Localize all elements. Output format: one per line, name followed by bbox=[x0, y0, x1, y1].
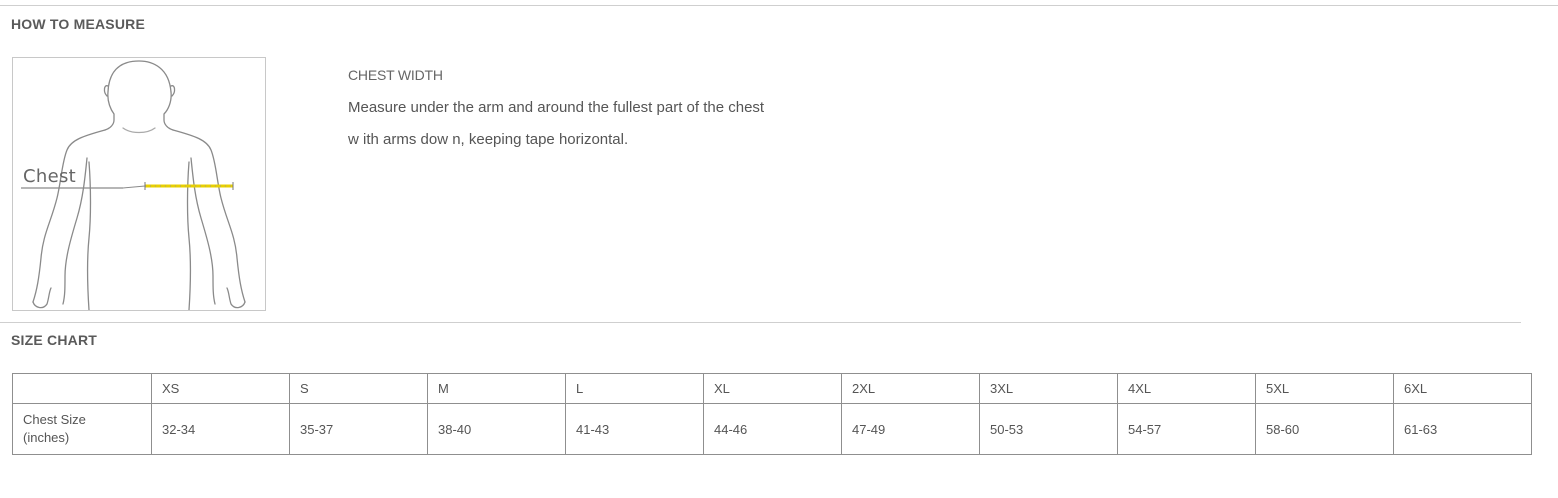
size-header-cell: 6XL bbox=[1393, 373, 1532, 404]
measurement-instruction-line-2: w ith arms dow n, keeping tape horizonta… bbox=[348, 131, 629, 148]
chest-size-cell: 61-63 bbox=[1393, 403, 1532, 455]
size-header-cell: 4XL bbox=[1117, 373, 1256, 404]
how-to-measure-heading: HOW TO MEASURE bbox=[11, 16, 145, 32]
chest-size-cell: 58-60 bbox=[1255, 403, 1394, 455]
size-header-row: XS S M L XL 2XL 3XL 4XL 5XL 6XL bbox=[12, 373, 1532, 404]
chest-size-cell: 54-57 bbox=[1117, 403, 1256, 455]
row-label-line-2: (inches) bbox=[23, 430, 70, 445]
measurement-instruction-line-1: Measure under the arm and around the ful… bbox=[348, 99, 765, 116]
size-header-cell: 5XL bbox=[1255, 373, 1394, 404]
size-header-cell: XL bbox=[703, 373, 842, 404]
table-corner-cell bbox=[12, 373, 152, 404]
size-header-cell: L bbox=[565, 373, 704, 404]
chest-size-cell: 35-37 bbox=[289, 403, 428, 455]
size-header-cell: 2XL bbox=[841, 373, 980, 404]
section-divider bbox=[0, 322, 1521, 323]
chest-size-cell: 44-46 bbox=[703, 403, 842, 455]
chest-size-cell: 38-40 bbox=[427, 403, 566, 455]
size-chart-table: XS S M L XL 2XL 3XL 4XL 5XL 6XL Chest Si… bbox=[12, 373, 1532, 455]
size-header-cell: S bbox=[289, 373, 428, 404]
size-header-cell: XS bbox=[151, 373, 290, 404]
size-chart-heading: SIZE CHART bbox=[11, 332, 97, 348]
chest-label: Chest bbox=[23, 166, 76, 187]
top-divider bbox=[0, 5, 1558, 6]
measurement-title: CHEST WIDTH bbox=[348, 67, 443, 83]
body-measurement-figure: Chest bbox=[12, 57, 266, 311]
size-header-cell: 3XL bbox=[979, 373, 1118, 404]
chest-size-cell: 41-43 bbox=[565, 403, 704, 455]
chest-size-cell: 32-34 bbox=[151, 403, 290, 455]
chest-size-row-label: Chest Size (inches) bbox=[12, 403, 152, 455]
chest-size-row: Chest Size (inches) 32-34 35-37 38-40 41-… bbox=[12, 403, 1532, 455]
size-header-cell: M bbox=[427, 373, 566, 404]
chest-size-cell: 47-49 bbox=[841, 403, 980, 455]
row-label-line-1: Chest Size bbox=[23, 412, 86, 427]
chest-size-cell: 50-53 bbox=[979, 403, 1118, 455]
